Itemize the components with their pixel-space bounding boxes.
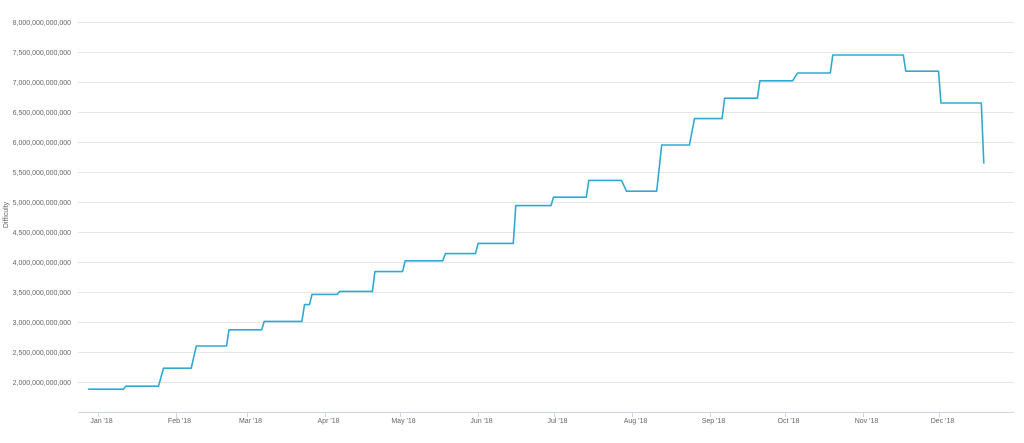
- gridlines: [78, 22, 1014, 383]
- x-tick-label: Mar '18: [239, 418, 262, 425]
- x-tick-label: Nov '18: [855, 418, 879, 425]
- x-tick-label: Apr '18: [318, 418, 340, 425]
- x-axis: Jan '18 Feb '18 Mar '18 Apr '18 May '18 Jun '…: [78, 412, 1014, 425]
- difficulty-line-chart: 2,000,000,000,000 2,500,000,000,000 3,000,…: [3, 20, 1014, 425]
- x-tick-label: Jun '18: [470, 418, 492, 425]
- x-tick-label: Dec '18: [931, 418, 955, 425]
- x-tick-label: Jul '18: [547, 418, 567, 425]
- y-tick-label: 3,500,000,000,000: [13, 290, 71, 297]
- y-tick-label: 5,000,000,000,000: [13, 200, 71, 207]
- x-tick-label: Oct '18: [778, 418, 800, 425]
- y-tick-label: 7,500,000,000,000: [13, 50, 71, 57]
- y-tick-label: 4,500,000,000,000: [13, 230, 71, 237]
- y-tick-label: 2,500,000,000,000: [13, 350, 71, 357]
- x-tick-label: Aug '18: [624, 418, 648, 425]
- y-tick-label: 2,000,000,000,000: [13, 380, 71, 387]
- y-tick-label: 6,500,000,000,000: [13, 110, 71, 117]
- x-tick-label: Jan '18: [90, 418, 112, 425]
- y-axis-title: Difficulty: [3, 201, 10, 228]
- y-tick-label: 6,000,000,000,000: [13, 140, 71, 147]
- x-tick-label: Sep '18: [702, 418, 726, 425]
- x-tick-label: May '18: [391, 418, 415, 425]
- series-area: [88, 54, 985, 391]
- y-axis-labels: 2,000,000,000,000 2,500,000,000,000 3,000,…: [13, 20, 71, 387]
- difficulty-series-line: [88, 54, 985, 391]
- y-tick-label: 7,000,000,000,000: [13, 80, 71, 87]
- y-tick-label: 5,500,000,000,000: [13, 170, 71, 177]
- x-tick-label: Feb '18: [168, 418, 191, 425]
- y-tick-label: 3,000,000,000,000: [13, 320, 71, 327]
- y-tick-label: 4,000,000,000,000: [13, 260, 71, 267]
- y-tick-label: 8,000,000,000,000: [13, 20, 71, 27]
